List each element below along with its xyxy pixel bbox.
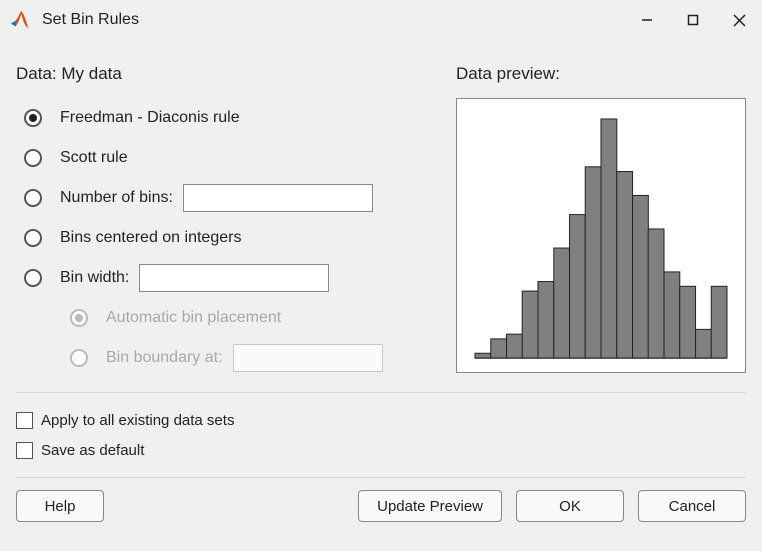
option-label: Automatic bin placement bbox=[106, 309, 281, 327]
number-of-bins-input[interactable] bbox=[183, 184, 373, 212]
preview-label: Data preview: bbox=[456, 64, 746, 84]
radio-icon bbox=[70, 309, 88, 327]
maximize-button[interactable] bbox=[670, 0, 716, 40]
option-label: Freedman - Diaconis rule bbox=[60, 109, 240, 127]
ok-button[interactable]: OK bbox=[516, 490, 624, 522]
radio-icon bbox=[24, 229, 42, 247]
window-title: Set Bin Rules bbox=[42, 11, 624, 29]
save-default-checkbox[interactable]: Save as default bbox=[16, 435, 746, 465]
help-button[interactable]: Help bbox=[16, 490, 104, 522]
option-bin-width[interactable]: Bin width: bbox=[24, 258, 432, 298]
rules-panel: Data: My data Freedman - Diaconis rule S… bbox=[16, 54, 432, 378]
option-label: Bin boundary at: bbox=[106, 349, 223, 367]
option-centered-integers[interactable]: Bins centered on integers bbox=[24, 218, 432, 258]
radio-icon bbox=[70, 349, 88, 367]
bin-boundary-input bbox=[233, 344, 383, 372]
update-preview-button[interactable]: Update Preview bbox=[358, 490, 502, 522]
option-number-of-bins[interactable]: Number of bins: bbox=[24, 178, 432, 218]
radio-icon bbox=[24, 269, 42, 287]
data-label: Data: My data bbox=[16, 64, 432, 84]
radio-icon bbox=[24, 109, 42, 127]
radio-icon bbox=[24, 149, 42, 167]
option-label: Scott rule bbox=[60, 149, 128, 167]
option-label: Bins centered on integers bbox=[60, 229, 241, 247]
dialog-footer: Help Update Preview OK Cancel bbox=[0, 478, 762, 536]
option-auto-placement: Automatic bin placement bbox=[70, 298, 432, 338]
option-scott[interactable]: Scott rule bbox=[24, 138, 432, 178]
close-button[interactable] bbox=[716, 0, 762, 40]
checkbox-label: Apply to all existing data sets bbox=[41, 412, 234, 429]
option-label: Bin width: bbox=[60, 269, 129, 287]
radio-icon bbox=[24, 189, 42, 207]
bin-width-input[interactable] bbox=[139, 264, 329, 292]
checkbox-icon bbox=[16, 442, 33, 459]
preview-panel: Data preview: bbox=[456, 54, 746, 378]
option-bin-boundary: Bin boundary at: bbox=[70, 338, 432, 378]
cancel-button[interactable]: Cancel bbox=[638, 490, 746, 522]
matlab-logo-icon bbox=[10, 9, 32, 31]
preview-box bbox=[456, 98, 746, 373]
checkbox-icon bbox=[16, 412, 33, 429]
apply-all-checkbox[interactable]: Apply to all existing data sets bbox=[16, 405, 746, 435]
option-freedman[interactable]: Freedman - Diaconis rule bbox=[24, 98, 432, 138]
option-label: Number of bins: bbox=[60, 189, 173, 207]
titlebar: Set Bin Rules bbox=[0, 0, 762, 40]
minimize-button[interactable] bbox=[624, 0, 670, 40]
checkbox-section: Apply to all existing data sets Save as … bbox=[16, 392, 746, 478]
checkbox-label: Save as default bbox=[41, 442, 144, 459]
histogram-chart bbox=[473, 115, 729, 362]
